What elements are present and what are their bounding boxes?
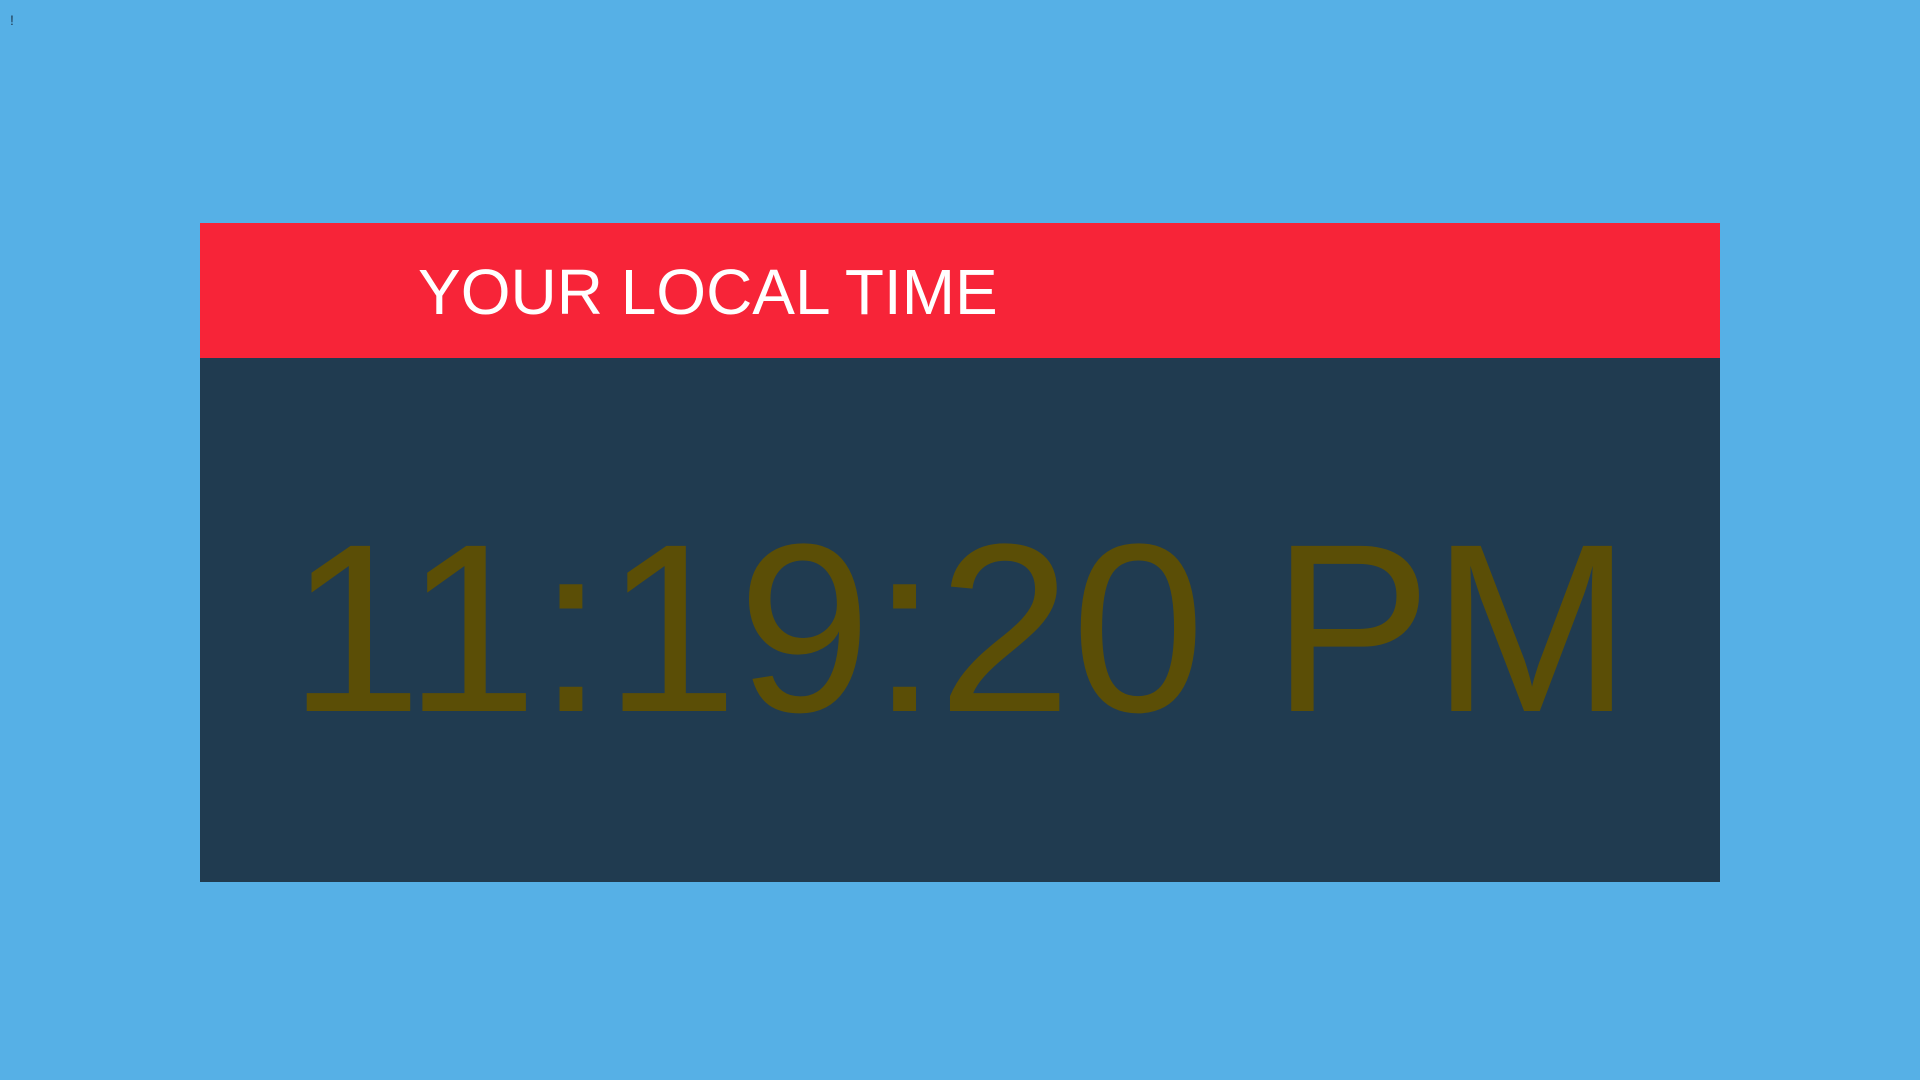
clock-title: YOUR LOCAL TIME xyxy=(418,256,998,328)
corner-mark: ! xyxy=(10,12,14,28)
clock-body: 11:19:20 PM xyxy=(200,358,1720,882)
clock-time-display: 11:19:20 PM xyxy=(288,494,1632,762)
page: ! YOUR LOCAL TIME 11:19:20 PM xyxy=(0,0,1920,1080)
clock-header: YOUR LOCAL TIME xyxy=(200,223,1720,358)
local-time-card: YOUR LOCAL TIME 11:19:20 PM xyxy=(200,223,1720,882)
